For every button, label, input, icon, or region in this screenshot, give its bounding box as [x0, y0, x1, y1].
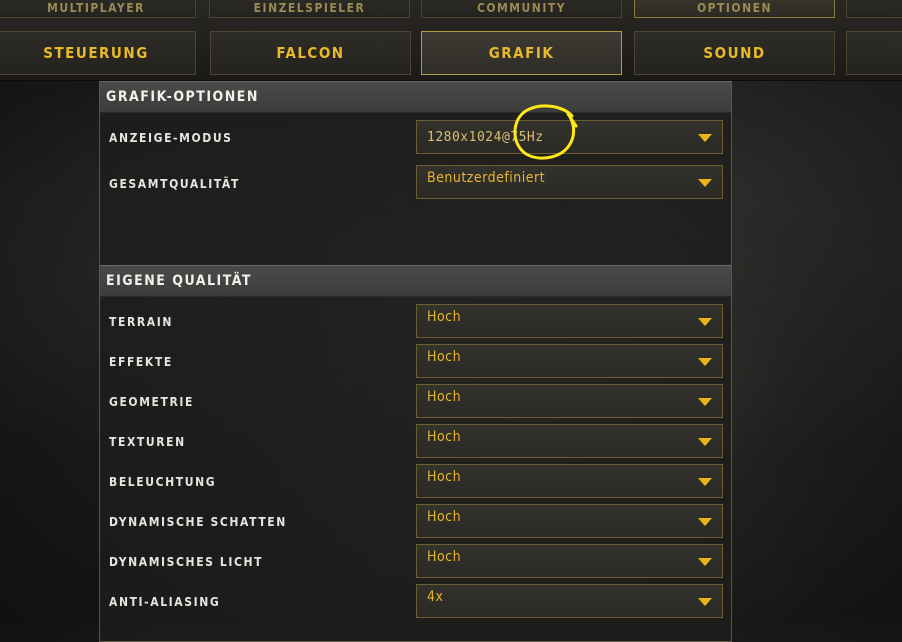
chevron-down-icon	[698, 398, 712, 406]
top-navigation: MULTIPLAYER EINZELSPIELER COMMUNITY OPTI…	[0, 0, 902, 81]
dropdown-value: Hoch	[427, 469, 462, 485]
tab-falcon[interactable]: FALCON	[210, 31, 411, 75]
dropdown-display-mode[interactable]: 1280x1024@75Hz	[416, 120, 723, 154]
dropdown-overall-quality[interactable]: Benutzerdefiniert	[416, 165, 723, 199]
dropdown-value: Hoch	[427, 349, 462, 365]
dropdown-textures[interactable]: Hoch	[416, 424, 723, 458]
label-display-mode: ANZEIGE-MODUS	[109, 131, 233, 145]
label-terrain: TERRAIN	[109, 315, 173, 329]
tab-multiplayer[interactable]: MULTIPLAYER	[0, 0, 196, 18]
label-dynamic-shadows: DYNAMISCHE SCHATTEN	[109, 515, 287, 529]
chevron-down-icon	[698, 179, 712, 187]
dropdown-value: Hoch	[427, 429, 462, 445]
dropdown-geometry[interactable]: Hoch	[416, 384, 723, 418]
label-textures: TEXTUREN	[109, 435, 186, 449]
dropdown-dynamic-light[interactable]: Hoch	[416, 544, 723, 578]
dropdown-value: 1280x1024@75Hz	[427, 129, 544, 145]
section-header-custom-quality: EIGENE QUALITÄT	[100, 265, 731, 297]
dropdown-value: Hoch	[427, 309, 462, 325]
dropdown-value: Hoch	[427, 509, 462, 525]
dropdown-value: Hoch	[427, 549, 462, 565]
dropdown-terrain[interactable]: Hoch	[416, 304, 723, 338]
chevron-down-icon	[698, 478, 712, 486]
chevron-down-icon	[698, 518, 712, 526]
dropdown-effects[interactable]: Hoch	[416, 344, 723, 378]
dropdown-lighting[interactable]: Hoch	[416, 464, 723, 498]
chevron-down-icon	[698, 358, 712, 366]
chevron-down-icon	[698, 558, 712, 566]
tab-einzelspieler[interactable]: EINZELSPIELER	[209, 0, 410, 18]
tab-grafik[interactable]: GRAFIK	[421, 31, 622, 75]
label-dynamic-light: DYNAMISCHES LICHT	[109, 555, 264, 569]
dropdown-value: Benutzerdefiniert	[427, 170, 546, 186]
tab-optionen[interactable]: OPTIONEN	[634, 0, 835, 18]
tab-sound[interactable]: SOUND	[634, 31, 835, 75]
chevron-down-icon	[698, 134, 712, 142]
tab-community[interactable]: COMMUNITY	[421, 0, 622, 18]
chevron-down-icon	[698, 598, 712, 606]
tab-steuerung[interactable]: STEUERUNG	[0, 31, 196, 75]
label-effects: EFFEKTE	[109, 355, 173, 369]
graphics-options-panel: GRAFIK-OPTIONEN ANZEIGE-MODUS 1280x1024@…	[99, 81, 732, 642]
dropdown-value: Hoch	[427, 389, 462, 405]
label-overall-quality: GESAMTQUALITÄT	[109, 177, 240, 191]
label-geometry: GEOMETRIE	[109, 395, 195, 409]
tab-extra-sub[interactable]	[846, 31, 902, 75]
dropdown-value: 4x	[427, 589, 444, 605]
label-lighting: BELEUCHTUNG	[109, 475, 217, 489]
label-anti-aliasing: ANTI-ALIASING	[109, 595, 221, 609]
chevron-down-icon	[698, 438, 712, 446]
dropdown-dynamic-shadows[interactable]: Hoch	[416, 504, 723, 538]
tab-extra-top[interactable]	[846, 0, 902, 18]
dropdown-anti-aliasing[interactable]: 4x	[416, 584, 723, 618]
chevron-down-icon	[698, 318, 712, 326]
section-header-graphics-options: GRAFIK-OPTIONEN	[100, 81, 731, 113]
